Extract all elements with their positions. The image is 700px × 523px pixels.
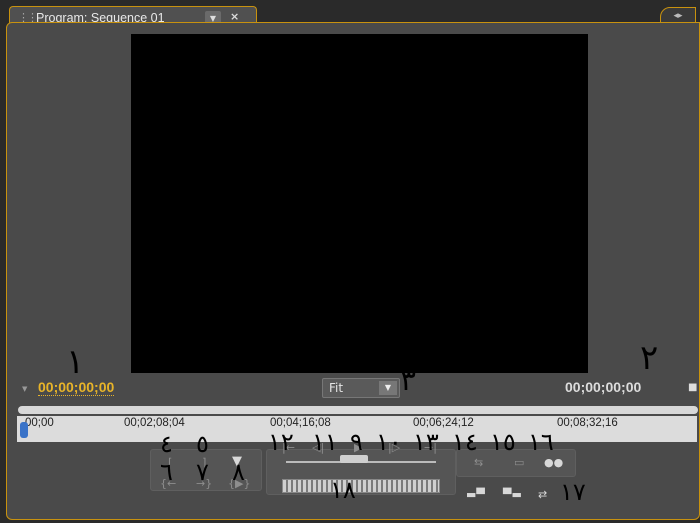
callout-9: ٩ [350, 428, 363, 456]
chevron-down-icon[interactable]: ▼ [379, 381, 397, 395]
callout-8: ٨ [232, 458, 245, 486]
lift-icon[interactable]: ▬▀ [466, 488, 485, 501]
callout-2: ٢ [640, 338, 659, 378]
callout-12: ١٢ [268, 428, 294, 456]
callout-10: ١٠ [376, 428, 402, 456]
callout-14: ١٤ [452, 428, 478, 456]
callout-6: ٦ [160, 458, 173, 486]
zoom-value: Fit [329, 381, 344, 395]
output-icon[interactable]: ●● [544, 456, 563, 469]
callout-18: ١٨ [330, 476, 356, 504]
callout-17: ١٧ [560, 478, 586, 506]
extract-icon[interactable]: ▀▬ [503, 488, 522, 501]
callout-15: ١٥ [490, 428, 516, 456]
ruler-tick: 00;08;32;16 [557, 417, 618, 429]
callout-7: ٧ [196, 458, 209, 486]
callout-4: ٤ [160, 430, 173, 458]
zoom-scrollbar[interactable] [18, 406, 698, 414]
callout-3: ٣ [400, 363, 417, 398]
callout-11: ١١ [312, 428, 338, 456]
jog-wheel[interactable] [282, 479, 440, 493]
program-monitor-frame: ⋮⋮ Program: Sequence 01 ▼ × ◂▸ ▼ 00;00;0… [0, 0, 700, 523]
timecode-menu-icon[interactable]: ▼ [22, 385, 27, 393]
callout-16: ١٦ [528, 428, 554, 456]
video-preview [131, 34, 588, 373]
callout-5: ٥ [196, 430, 209, 458]
zoom-dropdown[interactable]: Fit ▼ [322, 378, 400, 398]
safe-margins-icon[interactable]: ▭ [514, 456, 524, 469]
trim-icon[interactable]: ⇄ [538, 488, 547, 501]
ruler-tick: 00;02;08;04 [124, 417, 185, 429]
callout-13: ١٣ [413, 428, 439, 456]
loop-icon[interactable]: ⇆ [474, 456, 483, 469]
ruler-tick: 00;00 [25, 417, 54, 429]
wing-menu-icon[interactable]: ■ [688, 382, 697, 393]
callout-1: ١ [66, 342, 85, 382]
playhead[interactable] [20, 422, 28, 438]
shuttle-slider[interactable] [340, 455, 368, 463]
duration-timecode: 00;00;00;00 [565, 379, 642, 395]
